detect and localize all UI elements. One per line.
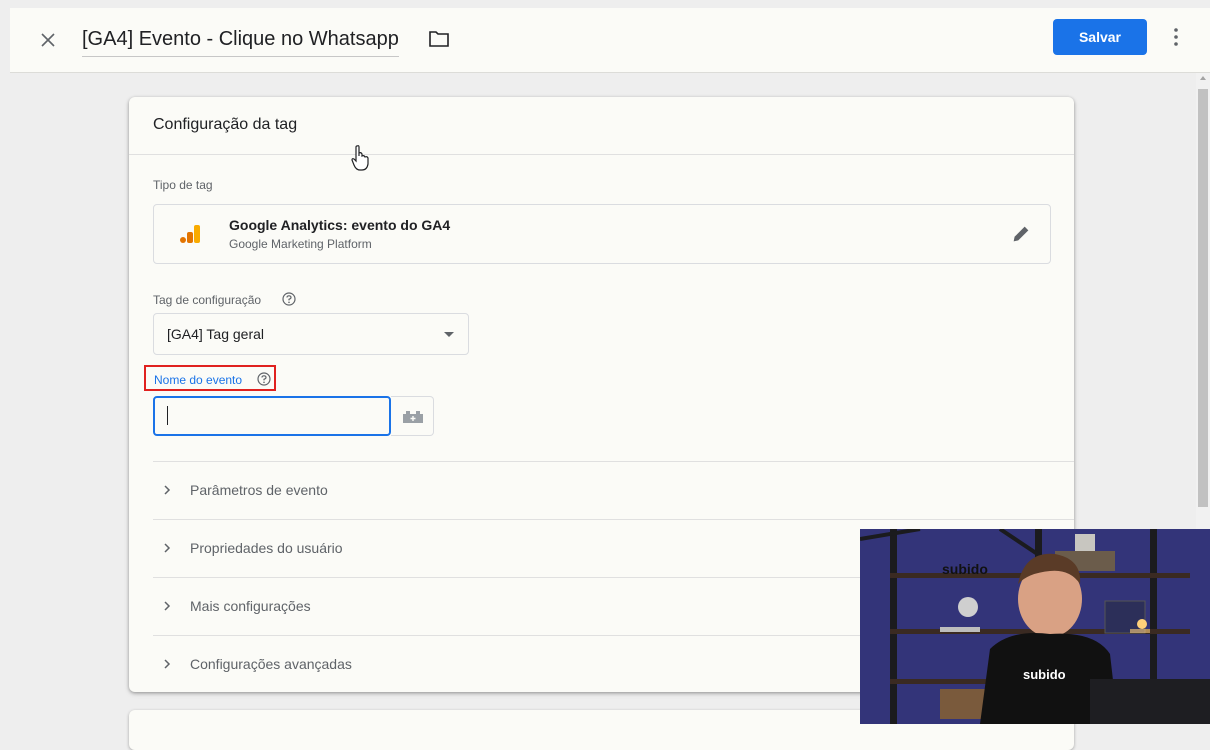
section-label: Configurações avançadas: [190, 656, 352, 672]
card-title: Configuração da tag: [153, 116, 298, 133]
help-icon[interactable]: [282, 292, 296, 306]
tag-name-field[interactable]: [GA4] Evento - Clique no Whatsapp: [82, 22, 399, 57]
config-tag-label: Tag de configuração: [153, 293, 262, 307]
chevron-right-icon: [164, 543, 171, 553]
section-label: Parâmetros de evento: [190, 482, 328, 498]
hand-cursor-icon: [351, 145, 369, 171]
webcam-overlay: subido subido: [860, 529, 1210, 724]
close-icon[interactable]: [36, 28, 60, 52]
variable-brick-icon: [403, 411, 423, 423]
webcam-scene-image: [860, 529, 1210, 724]
event-name-label-highlight: Nome do evento: [144, 365, 276, 391]
google-analytics-icon: [180, 225, 200, 243]
help-icon[interactable]: [257, 372, 271, 386]
event-name-label: Nome do evento: [154, 373, 243, 387]
webcam-shirt-text: subido: [1023, 667, 1066, 682]
dropdown-arrow-icon: [444, 332, 454, 337]
tag-type-label: Tipo de tag: [153, 178, 213, 192]
scrollbar-thumb[interactable]: [1198, 89, 1208, 507]
config-tag-select[interactable]: [GA4] Tag geral: [153, 313, 469, 355]
event-name-input[interactable]: [153, 396, 391, 436]
chevron-right-icon: [164, 485, 171, 495]
webcam-sign-text: subido: [942, 561, 988, 577]
tag-type-selector[interactable]: Google Analytics: evento do GA4 Google M…: [153, 204, 1051, 264]
save-button[interactable]: Salvar: [1053, 19, 1147, 55]
section-label: Propriedades do usuário: [190, 540, 343, 556]
edit-pencil-icon[interactable]: [1010, 223, 1032, 245]
card-header[interactable]: Configuração da tag: [129, 97, 1074, 155]
scroll-up-arrow-icon[interactable]: [1200, 76, 1206, 80]
top-bar: [GA4] Evento - Clique no Whatsapp Salvar: [10, 8, 1210, 73]
text-caret: [167, 406, 168, 425]
config-tag-value: [GA4] Tag geral: [167, 326, 265, 342]
more-vert-icon[interactable]: [1168, 24, 1184, 50]
chevron-right-icon: [164, 601, 171, 611]
chevron-right-icon: [164, 659, 171, 669]
tag-type-subtitle: Google Marketing Platform: [229, 237, 372, 251]
variable-picker-button[interactable]: [391, 396, 434, 436]
tag-name-title[interactable]: [GA4] Evento - Clique no Whatsapp: [82, 28, 399, 50]
folder-icon[interactable]: [428, 30, 450, 48]
section-label: Mais configurações: [190, 598, 311, 614]
tag-type-name: Google Analytics: evento do GA4: [229, 217, 451, 233]
section-event-parameters[interactable]: Parâmetros de evento: [153, 461, 1074, 520]
